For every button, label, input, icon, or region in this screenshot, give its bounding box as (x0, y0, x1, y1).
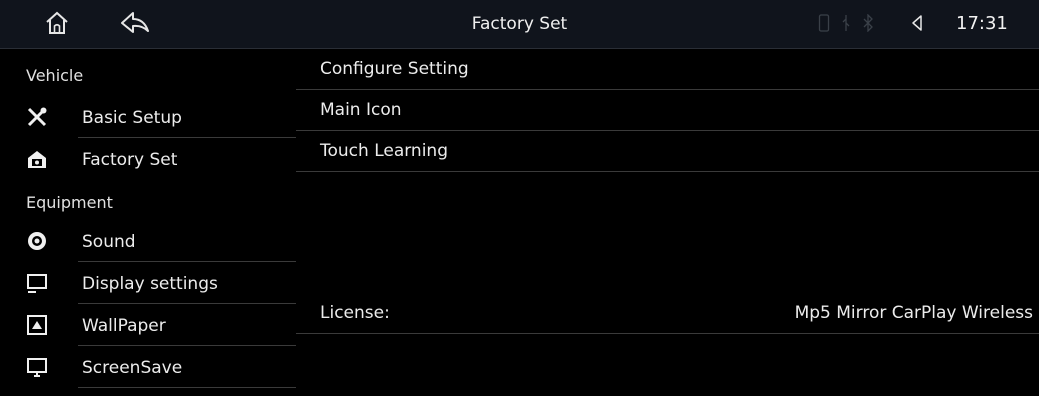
status-bar: Factory Set 17:31 (0, 0, 1039, 49)
sidebar-item-screensave[interactable]: ScreenSave (26, 348, 296, 388)
list-item-touch-learning[interactable]: Touch Learning (296, 131, 1039, 172)
sidebar-item-label: Factory Set (82, 150, 178, 170)
factory-icon (28, 151, 46, 168)
clock: 17:31 (956, 13, 1008, 34)
sidebar-item-wallpaper[interactable]: WallPaper (26, 306, 296, 346)
sidebar-item-label: Basic Setup (82, 108, 182, 128)
license-value: Mp5 Mirror CarPlay Wireless (794, 303, 1033, 323)
sidebar-item-sound[interactable]: Sound (26, 222, 296, 262)
phone-icon (818, 14, 830, 32)
list-item-configure-setting[interactable]: Configure Setting (296, 49, 1039, 90)
sound-icon (28, 232, 46, 250)
section-header-equipment: Equipment (26, 193, 113, 212)
screensaver-icon (27, 358, 47, 377)
page-title: Factory Set (471, 14, 568, 34)
display-icon (27, 274, 47, 293)
usb-icon (842, 15, 850, 31)
wallpaper-icon (27, 315, 47, 335)
volume-icon[interactable] (910, 14, 924, 32)
sidebar-item-label: WallPaper (82, 316, 166, 336)
sidebar: Vehicle Basic Setup Factory Set Equipmen… (0, 49, 296, 396)
sidebar-item-basic-setup[interactable]: Basic Setup (26, 98, 296, 138)
list-item-label: Touch Learning (320, 141, 448, 161)
tools-icon (27, 107, 47, 127)
divider (78, 345, 296, 346)
sidebar-item-label: Display settings (82, 274, 218, 294)
divider (78, 137, 296, 138)
list-item-label: Configure Setting (320, 59, 469, 79)
divider (78, 303, 296, 304)
list-item-label: Main Icon (320, 100, 402, 120)
sidebar-item-display-settings[interactable]: Display settings (26, 264, 296, 304)
list-item-main-icon[interactable]: Main Icon (296, 90, 1039, 131)
divider (78, 387, 296, 388)
divider (78, 261, 296, 262)
sidebar-item-label: ScreenSave (82, 358, 183, 378)
license-row: License: Mp5 Mirror CarPlay Wireless (296, 289, 1039, 334)
settings-list: Configure Setting Main Icon Touch Learni… (296, 49, 1039, 396)
license-label: License: (320, 303, 390, 323)
section-header-vehicle: Vehicle (26, 66, 84, 85)
bluetooth-icon (863, 14, 873, 32)
sidebar-item-label: Sound (82, 232, 136, 252)
sidebar-item-factory-set[interactable]: Factory Set (26, 140, 296, 180)
